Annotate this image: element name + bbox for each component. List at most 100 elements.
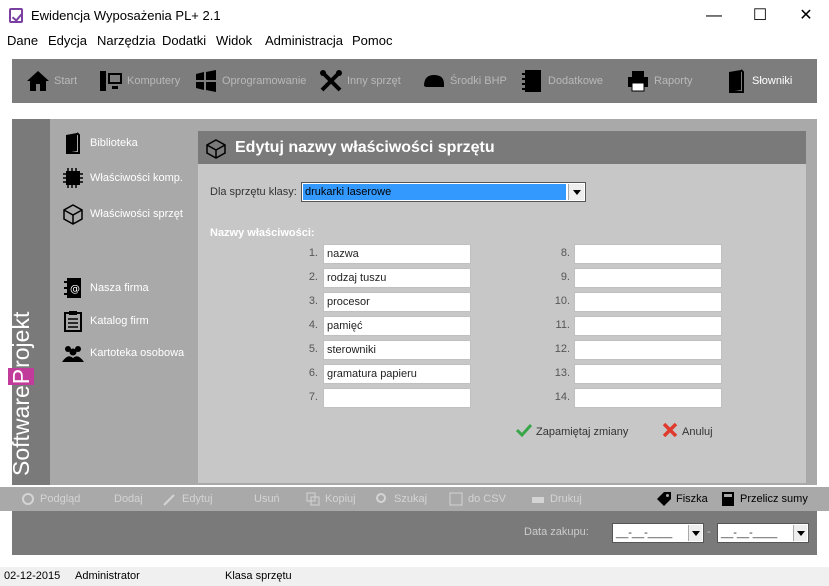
class-select[interactable]: drukarki laserowe	[301, 182, 586, 202]
property-field-13[interactable]	[574, 364, 722, 384]
minimize-button[interactable]: —	[691, 0, 737, 31]
toolbar-raporty[interactable]: Raporty	[626, 59, 693, 103]
edit-button-label: Edytuj	[182, 493, 213, 505]
nav-wlasciwosci-komp[interactable]: Właściwości komp.	[62, 164, 183, 192]
date-from-value: __-__-____	[616, 527, 673, 539]
copy-icon	[305, 491, 321, 507]
helmet-icon	[422, 69, 446, 93]
property-field-8[interactable]	[574, 244, 722, 264]
property-field-12[interactable]	[574, 340, 722, 360]
toolbar-slowniki[interactable]: Słowniki	[724, 59, 792, 103]
property-field-4[interactable]: pamięć	[323, 316, 471, 336]
export-csv-button[interactable]: do CSV	[448, 487, 506, 511]
property-field-11[interactable]	[574, 316, 722, 336]
editor-header: Edytuj nazwy właściwości sprzętu	[198, 131, 806, 164]
toolbar-komputery-label: Komputery	[127, 75, 181, 87]
windows-icon	[194, 69, 218, 93]
toolbar-oprogramowanie-label: Oprogramowanie	[222, 75, 307, 87]
property-number: 7.	[308, 391, 318, 403]
property-editor: Edytuj nazwy właściwości sprzętu Dla spr…	[198, 131, 806, 483]
menu-widok[interactable]: Widok	[216, 33, 252, 48]
status-context: Klasa sprzętu	[225, 570, 292, 582]
save-button-label: Zapamiętaj zmiany	[536, 425, 629, 438]
property-field-14[interactable]	[574, 388, 722, 408]
save-button[interactable]: Zapamiętaj zmiany	[515, 423, 629, 440]
recalculate-button[interactable]: Przelicz sumy	[720, 487, 808, 511]
menu-narzedzia[interactable]: Narzędzia	[97, 33, 156, 48]
printer-icon	[626, 69, 650, 93]
clipboard-icon	[62, 310, 84, 332]
search-button[interactable]: Szukaj	[374, 487, 427, 511]
title-bar: Ewidencja Wyposażenia PL+ 2.1 — ☐ ✕	[0, 0, 829, 31]
nav-kartoteka-osobowa[interactable]: Kartoteka osobowa	[62, 339, 184, 367]
toolbar-inny-sprzet[interactable]: Inny sprzęt	[319, 59, 401, 103]
toolbar-dodatkowe[interactable]: Dodatkowe	[520, 59, 603, 103]
chevron-down-icon[interactable]	[688, 525, 702, 541]
date-from-field[interactable]: __-__-____	[612, 523, 704, 543]
print-button-label: Drukuj	[550, 493, 582, 505]
nav-nasza-firma[interactable]: @ Nasza firma	[62, 274, 149, 302]
window-title: Ewidencja Wyposażenia PL+ 2.1	[31, 8, 221, 23]
date-to-field[interactable]: __-__-____	[717, 523, 809, 543]
property-number: 11.	[555, 319, 570, 331]
toolbar-komputery[interactable]: Komputery	[99, 59, 180, 103]
menu-dane[interactable]: Dane	[7, 33, 38, 48]
record-card-button[interactable]: Fiszka	[656, 487, 708, 511]
property-number: 8.	[560, 247, 570, 259]
property-number: 9.	[560, 271, 570, 283]
add-button-label: Dodaj	[114, 493, 143, 505]
chevron-down-icon[interactable]	[568, 184, 584, 200]
cube-icon	[205, 138, 227, 159]
property-field-9[interactable]	[574, 268, 722, 288]
search-button-label: Szukaj	[394, 493, 428, 505]
property-field-1[interactable]: nazwa	[323, 244, 471, 264]
date-filter-bar: Data zakupu: __-__-____ - __-__-____	[12, 511, 817, 555]
toolbar-srodki-bhp[interactable]: Środki BHP	[422, 59, 507, 103]
nav-biblioteka-label: Biblioteka	[90, 137, 138, 149]
toolbar-start-label: Start	[54, 75, 78, 87]
property-number: 2.	[308, 271, 318, 283]
preview-button[interactable]: Podgląd	[20, 487, 80, 511]
property-number: 13.	[554, 367, 570, 379]
property-number: 6.	[308, 367, 318, 379]
menu-pomoc[interactable]: Pomoc	[352, 33, 392, 48]
property-number: 3.	[308, 295, 318, 307]
property-field-10[interactable]	[574, 292, 722, 312]
maximize-button[interactable]: ☐	[737, 0, 783, 31]
property-field-5[interactable]: sterowniki	[323, 340, 471, 360]
nav-wlasciwosci-komp-label: Właściwości komp.	[90, 172, 183, 184]
tag-icon	[656, 491, 672, 507]
add-button[interactable]: Dodaj	[114, 487, 143, 511]
edit-button[interactable]: Edytuj	[162, 487, 213, 511]
action-bar: Podgląd Dodaj Edytuj Usuń Kopiuj Szukaj …	[0, 487, 829, 511]
copy-button[interactable]: Kopiuj	[305, 487, 356, 511]
property-field-3[interactable]: procesor	[323, 292, 471, 312]
nav-biblioteka[interactable]: Biblioteka	[62, 129, 138, 157]
menu-administracja[interactable]: Administracja	[265, 33, 343, 48]
refresh-icon	[20, 491, 36, 507]
property-field-7[interactable]	[323, 388, 471, 408]
nav-wlasciwosci-sprzet[interactable]: Właściwości sprzęt	[62, 200, 183, 228]
preview-button-label: Podgląd	[40, 493, 81, 505]
property-number: 12.	[554, 343, 570, 355]
property-number: 14.	[554, 391, 570, 403]
property-number: 4.	[308, 319, 318, 331]
toolbar-oprogramowanie[interactable]: Oprogramowanie	[194, 59, 306, 103]
toolbar-srodki-bhp-label: Środki BHP	[450, 75, 507, 87]
toolbar-start[interactable]: Start	[26, 59, 77, 103]
cancel-button[interactable]: Anuluj	[662, 422, 713, 440]
delete-button-label: Usuń	[254, 493, 280, 505]
book-icon	[62, 132, 84, 154]
nav-katalog-firm[interactable]: Katalog firm	[62, 307, 149, 335]
close-button[interactable]: ✕	[783, 0, 829, 31]
property-field-6[interactable]: gramatura papieru	[323, 364, 471, 384]
pencil-icon	[162, 491, 178, 507]
print-button[interactable]: Drukuj	[530, 487, 582, 511]
property-field-2[interactable]: rodzaj tuszu	[323, 268, 471, 288]
nav-katalog-firm-label: Katalog firm	[90, 315, 149, 327]
menu-dodatki[interactable]: Dodatki	[162, 33, 206, 48]
chevron-down-icon[interactable]	[793, 525, 807, 541]
menu-edycja[interactable]: Edycja	[48, 33, 87, 48]
delete-button[interactable]: Usuń	[254, 487, 280, 511]
computer-icon	[99, 69, 123, 93]
